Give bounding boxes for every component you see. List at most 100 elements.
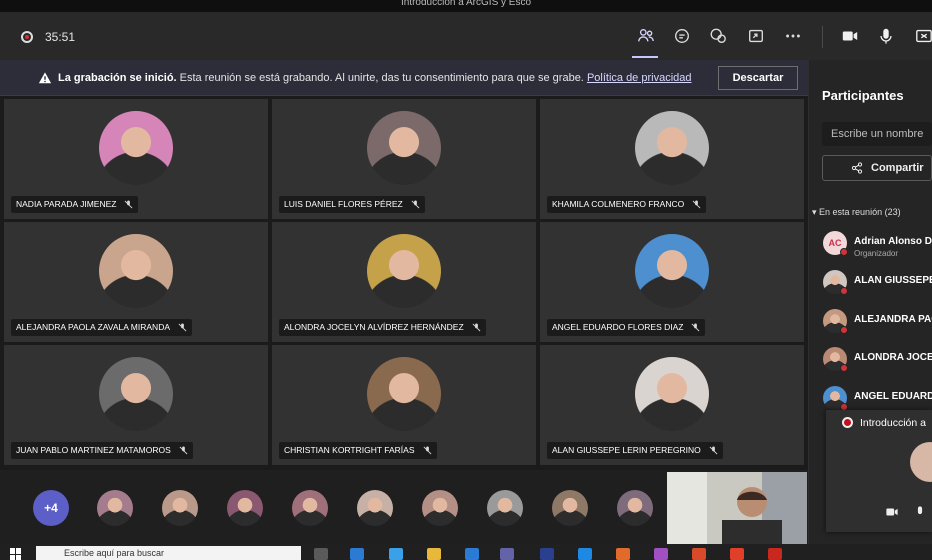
taskbar-app-icon[interactable] (616, 548, 630, 560)
camera-icon[interactable] (880, 500, 904, 524)
taskbar-search-input[interactable]: Escribe aquí para buscar (36, 546, 301, 560)
participant-name: LUIS DANIEL FLORES PÉREZ (279, 196, 425, 213)
participant-name-text: ALAN GIUSSEPE LERIN PEREGRINO (552, 445, 701, 455)
mic-icon[interactable] (908, 500, 932, 524)
participant-tile[interactable]: ALAN GIUSSEPE LERIN PEREGRINO (540, 345, 804, 465)
participant-row[interactable]: ALAN GIUSSEPE (823, 270, 932, 298)
participant-role: Organizador (854, 249, 899, 258)
mini-meeting-title: Introducción a (860, 417, 926, 429)
taskbar-app-icon[interactable] (465, 548, 479, 560)
avatar (635, 111, 709, 185)
participant-name-text: LUIS DANIEL FLORES PÉREZ (284, 199, 403, 209)
participant-tile[interactable]: ALEJANDRA PAOLA ZAVALA MIRANDA (4, 222, 268, 342)
more-participants-button[interactable]: +4 (33, 490, 69, 526)
avatar[interactable] (97, 490, 133, 526)
avatar[interactable] (227, 490, 263, 526)
avatar[interactable] (357, 490, 393, 526)
participant-name: JUAN PABLO MARTINEZ MATAMOROS (11, 442, 193, 459)
more-icon[interactable] (781, 24, 805, 48)
meeting-toolbar: 35:51 (0, 12, 932, 60)
avatar (367, 357, 441, 431)
taskbar-app-icon[interactable] (500, 548, 514, 560)
window-title: Introducción a ArcGIS y Esco (0, 0, 932, 12)
recording-banner: La grabación se inició. Esta reunión se … (0, 60, 808, 96)
mini-meeting-window[interactable]: Introducción a (826, 410, 932, 532)
taskbar-app-icon[interactable] (654, 548, 668, 560)
recording-icon (21, 31, 33, 43)
participant-tile[interactable]: ALONDRA JOCELYN ALVÍDREZ HERNÁNDEZ (272, 222, 536, 342)
avatar[interactable] (487, 490, 523, 526)
taskbar-app-icon[interactable] (389, 548, 403, 560)
participant-tile[interactable]: NADIA PARADA JIMENEZ (4, 99, 268, 219)
participant-name-text: NADIA PARADA JIMENEZ (16, 199, 117, 209)
avatar (367, 234, 441, 308)
warning-icon (38, 72, 52, 84)
mic-muted-icon (125, 200, 133, 209)
taskbar-app-icon[interactable] (350, 548, 364, 560)
toolbar-divider (822, 26, 823, 48)
chat-icon[interactable] (670, 24, 694, 48)
taskbar-app-icon[interactable] (427, 548, 441, 560)
taskbar-app-icon[interactable] (578, 548, 592, 560)
participant-row[interactable]: ALEJANDRA PAC (823, 309, 932, 337)
avatar[interactable] (617, 490, 653, 526)
participant-tile[interactable]: CHRISTIAN KORTRIGHT FARÍAS (272, 345, 536, 465)
participant-name-text: ALEJANDRA PAOLA ZAVALA MIRANDA (16, 322, 170, 332)
status-badge (840, 326, 848, 334)
privacy-policy-link[interactable]: Política de privacidad (587, 72, 692, 84)
windows-start-icon[interactable] (10, 548, 22, 560)
avatar[interactable] (162, 490, 198, 526)
taskbar-app-icon[interactable] (540, 548, 554, 560)
people-icon[interactable] (634, 24, 658, 48)
avatar (99, 357, 173, 431)
dismiss-banner-button[interactable]: Descartar (718, 66, 798, 90)
participant-name-text: ANGEL EDUARDO FLORES DIAZ (552, 322, 684, 332)
share-invite-button[interactable]: Compartir (822, 155, 932, 181)
participant-row-name: Adrian Alonso D (854, 236, 932, 247)
avatar (99, 111, 173, 185)
avatar[interactable] (552, 490, 588, 526)
avatar (635, 234, 709, 308)
mic-muted-icon (423, 446, 431, 455)
banner-title: La grabación se inició. (58, 72, 177, 84)
status-badge (840, 248, 848, 256)
taskbar-app-icon[interactable] (768, 548, 782, 560)
self-video[interactable] (667, 472, 807, 544)
participant-tile[interactable]: KHAMILA COLMENERO FRANCO (540, 99, 804, 219)
section-label: En esta reunión (23) (819, 207, 901, 217)
active-tab-indicator (632, 56, 658, 58)
participant-tile[interactable]: JUAN PABLO MARTINEZ MATAMOROS (4, 345, 268, 465)
avatar[interactable] (422, 490, 458, 526)
in-meeting-section[interactable]: ▾ En esta reunión (23) (812, 207, 901, 218)
status-badge (840, 287, 848, 295)
meeting-timer: 35:51 (45, 30, 76, 44)
panel-title: Participantes (822, 88, 904, 103)
avatar[interactable] (292, 490, 328, 526)
taskbar-app-icon[interactable] (730, 548, 744, 560)
mic-muted-icon (472, 323, 481, 332)
participant-row[interactable]: ALONDRA JOCEL (823, 347, 932, 375)
participant-row-name: ALONDRA JOCEL (854, 352, 932, 363)
reactions-icon[interactable] (706, 24, 730, 48)
taskbar-app-icon[interactable] (692, 548, 706, 560)
participant-name-text: KHAMILA COLMENERO FRANCO (552, 199, 685, 209)
chevron-down-icon: ▾ (812, 207, 820, 217)
mic-icon[interactable] (874, 24, 898, 48)
share-icon[interactable] (912, 24, 932, 48)
mic-muted-icon (692, 200, 701, 209)
participant-tile[interactable]: ANGEL EDUARDO FLORES DIAZ (540, 222, 804, 342)
share-tray-icon[interactable] (744, 24, 768, 48)
avatar (910, 442, 932, 482)
avatar (367, 111, 441, 185)
self-video-feed (667, 472, 807, 544)
participant-row[interactable]: AC Adrian Alonso D Organizador (823, 231, 932, 259)
camera-icon[interactable] (838, 24, 862, 48)
participant-name: ALAN GIUSSEPE LERIN PEREGRINO (547, 442, 723, 459)
participant-name-text: ALONDRA JOCELYN ALVÍDREZ HERNÁNDEZ (284, 322, 464, 332)
taskbar-app-icon[interactable] (314, 548, 328, 560)
participant-search-input[interactable]: Escribe un nombre (822, 122, 932, 146)
participant-name: ANGEL EDUARDO FLORES DIAZ (547, 319, 706, 336)
avatar (635, 357, 709, 431)
recording-icon (842, 417, 853, 428)
participant-tile[interactable]: LUIS DANIEL FLORES PÉREZ (272, 99, 536, 219)
